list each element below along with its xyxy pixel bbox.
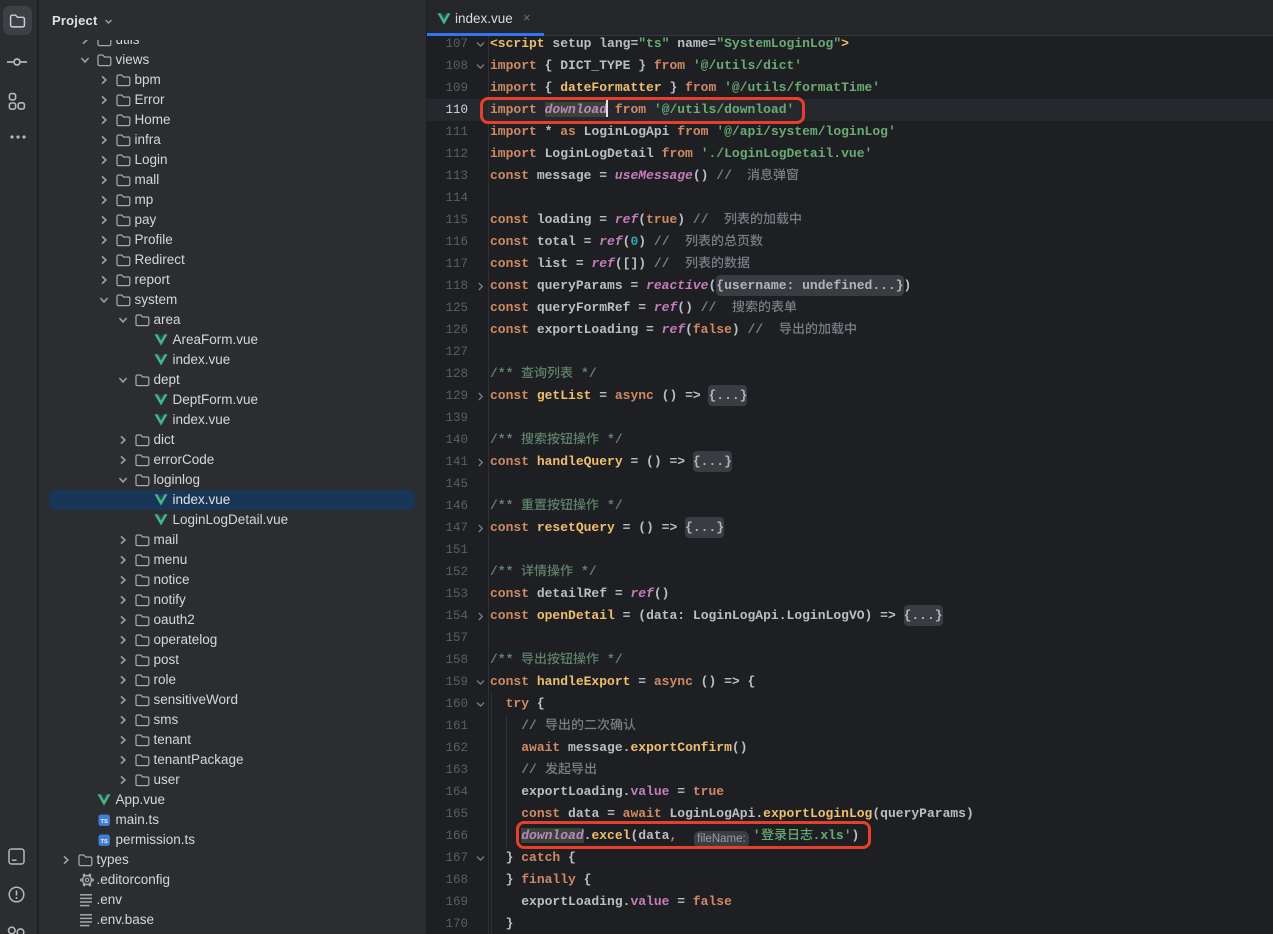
svg-text:TS: TS [100,839,108,845]
svg-text:TS: TS [100,819,108,825]
